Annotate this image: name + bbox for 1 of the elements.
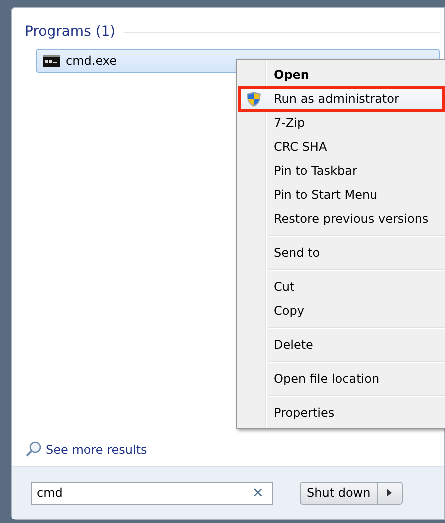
section-heading: Programs (1) [25,24,116,40]
